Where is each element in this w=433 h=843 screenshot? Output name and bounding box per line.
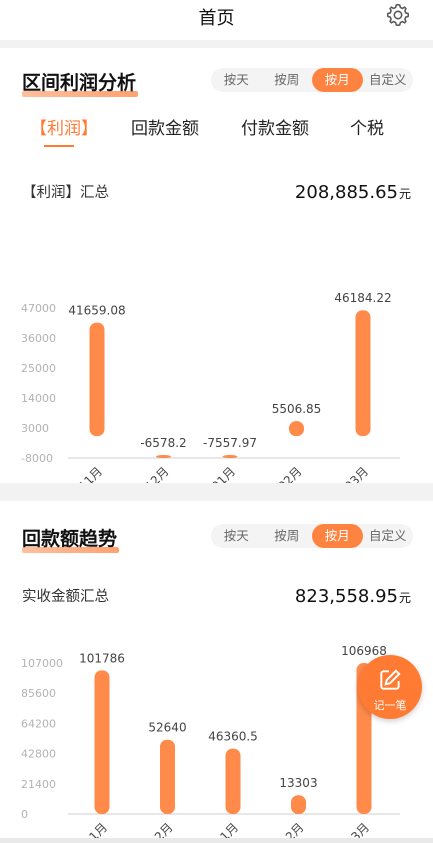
bar [225,748,241,814]
receipts-summary-label: 实收金额汇总 [22,589,109,605]
add-record-button[interactable]: 记一笔 [358,655,422,719]
x-tick-label: 3月 [348,820,372,838]
bar [160,739,175,814]
profit-card: 区间利润分析 按天 按周 按月 自定义 【利润】 回款金额 付款金额 个税 【利… [0,48,433,483]
y-tick-label: 36000 [21,332,56,345]
segment-week[interactable]: 按周 [262,524,313,548]
y-tick-label: 3000 [21,422,49,435]
segment-week[interactable]: 按周 [262,68,313,92]
receipts-section-title: 回款额趋势 [22,524,120,553]
segment-day[interactable]: 按天 [211,68,262,92]
segment-month[interactable]: 按月 [312,68,363,92]
section-divider [0,483,433,501]
bar [156,455,171,458]
profit-section-title: 区间利润分析 [22,68,139,97]
profit-bar-chart: -8000 3000 14000 25000 36000 47000 41659.08 020… [21,291,400,483]
active-tab-indicator [44,145,74,147]
metric-tabs: 【利润】 回款金额 付款金额 个税 [0,114,433,148]
y-tick-label: 85600 [21,687,56,700]
y-tick-label: 107000 [21,657,63,670]
segment-custom[interactable]: 自定义 [363,68,414,92]
y-tick-label: 64200 [21,717,56,730]
bar-value-label: 41659.08 [68,304,125,318]
y-tick-label: 21400 [21,778,56,791]
x-tick-label: 2月 [152,820,176,838]
app-header: 首页 [0,0,433,40]
x-tick-label: 1月 [86,820,110,838]
section-divider [0,40,433,48]
bar-value-label: 101786 [79,651,125,665]
bar-value-label: -6578.2 [140,436,186,450]
y-tick-label: 47000 [21,302,56,315]
page-title: 首页 [198,8,235,29]
y-tick-label: -8000 [21,452,53,465]
receipts-period-selector: 按天 按周 按月 自定义 [211,524,413,548]
bar [291,795,306,814]
bar-value-label: 52640 [148,721,186,735]
x-tick-label: 2月 [283,820,307,838]
y-tick-label: 25000 [21,362,56,375]
bar [355,310,371,437]
gear-icon[interactable] [385,2,411,28]
segment-day[interactable]: 按天 [211,524,262,548]
bar-value-label: 5506.85 [272,402,322,416]
receipts-summary-value: 823,558.95元 [294,586,411,607]
x-tick-label: 021年03月 [317,464,371,483]
segment-custom[interactable]: 自定义 [363,524,414,548]
x-tick-label: 1月 [217,820,241,838]
segment-month[interactable]: 按月 [312,524,363,548]
tab-payments[interactable]: 付款金额 [241,114,309,139]
bar-value-label: 46184.22 [334,291,391,305]
y-tick-label: 14000 [21,392,56,405]
bar-value-label: 46360.5 [208,730,258,744]
y-tick-label: 0 [21,808,28,821]
x-tick-label: 020年11月 [51,464,105,483]
add-record-label: 记一笔 [373,699,407,712]
x-tick-label: 020年12月 [118,464,172,483]
x-tick-label: 021年02月 [251,464,305,483]
profit-summary-label: 【利润】汇总 [22,185,109,201]
bar-value-label: -7557.97 [203,436,257,450]
bar [222,455,238,458]
tab-profit[interactable]: 【利润】 [30,114,98,139]
bar-value-label: 13303 [279,776,317,790]
y-tick-label: 42800 [21,748,56,761]
bar [89,322,105,437]
profit-period-selector: 按天 按周 按月 自定义 [211,68,413,92]
profit-summary-value: 208,885.65元 [294,182,411,203]
x-tick-label: 021年01月 [184,464,238,483]
tab-tax[interactable]: 个税 [350,114,384,139]
pencil-note-icon [380,669,401,690]
bottom-edge [0,838,433,843]
tab-receipts[interactable]: 回款金额 [131,114,199,139]
bar [289,421,304,437]
bar [94,670,110,814]
